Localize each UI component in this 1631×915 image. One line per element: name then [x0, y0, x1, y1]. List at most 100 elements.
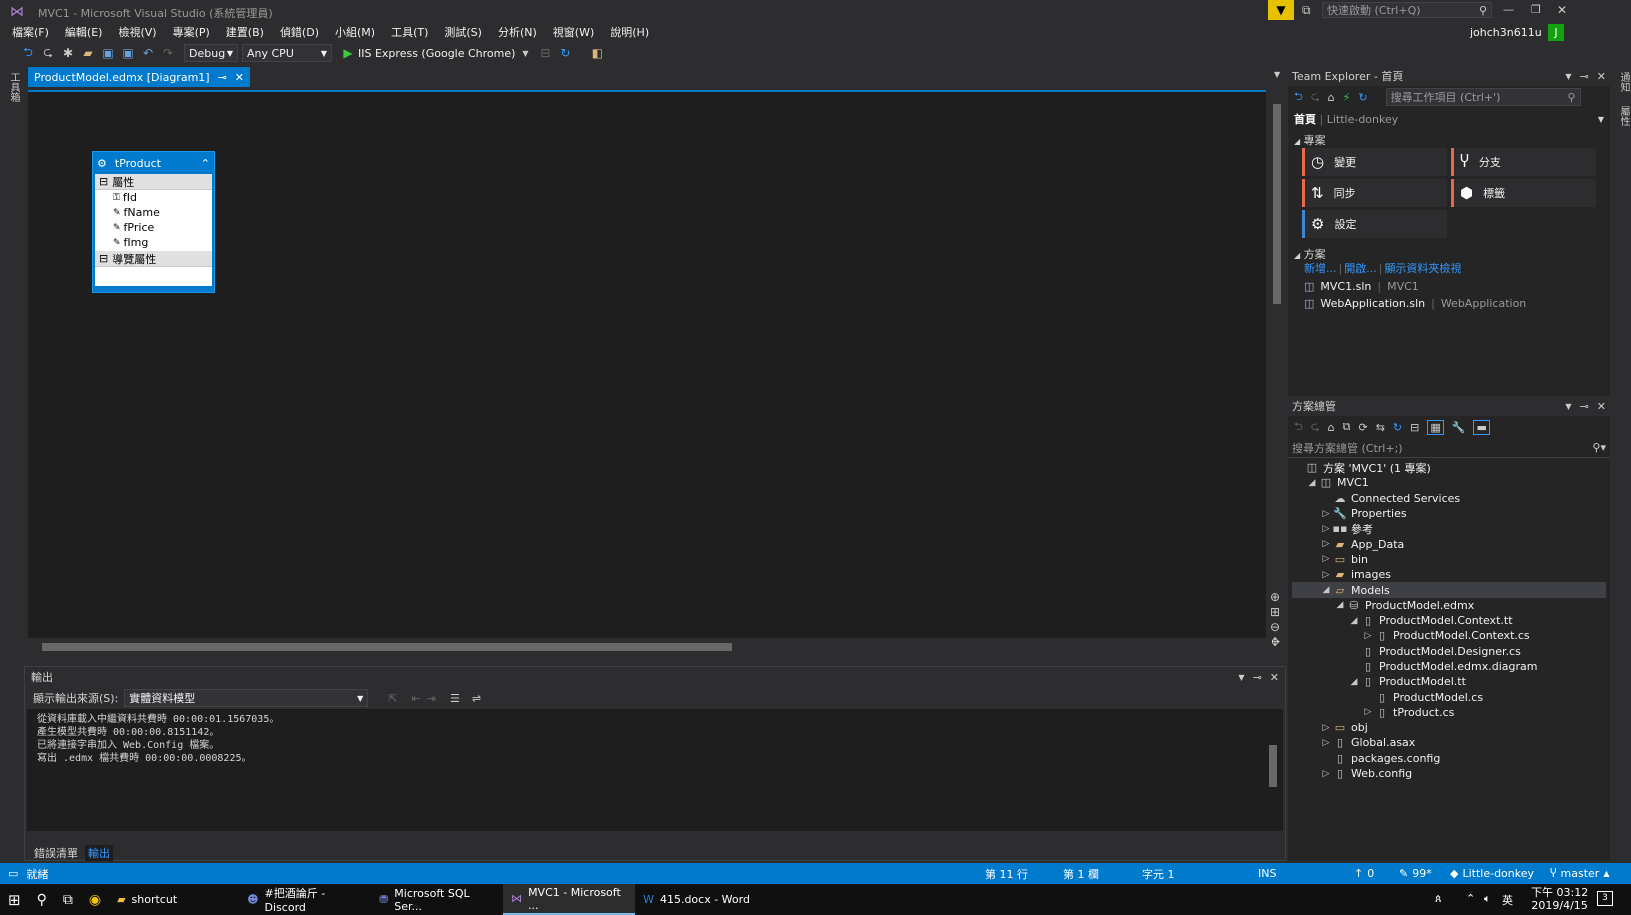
close-icon[interactable]: ✕ [1597, 400, 1606, 413]
menu-item[interactable]: 建置(B) [218, 24, 272, 42]
taskbar-item[interactable]: ☻ #把酒論斤 - Discord [239, 884, 371, 915]
back-icon[interactable]: ⮌ [20, 44, 36, 62]
attach-icon[interactable]: ⊟ [537, 44, 553, 62]
forward-icon[interactable]: ⮎ [1311, 418, 1320, 437]
tab-productmodel-edmx[interactable]: ProductModel.edmx [Diagram1] ⊸ ✕ [28, 67, 251, 87]
expand-icon[interactable]: ▷ [1320, 738, 1332, 748]
entity-property[interactable]: ✎ fPrice [95, 220, 212, 235]
taskbar-item[interactable]: ⋈ MVC1 - Microsoft ... [503, 884, 636, 915]
task-view-icon[interactable]: ⧉ [55, 884, 81, 915]
action-center-icon[interactable]: 3 [1597, 891, 1613, 906]
zoom-fit-icon[interactable]: ⊞ [1270, 605, 1280, 619]
tree-item[interactable]: ▷ ▰ images [1292, 567, 1606, 582]
entity-header[interactable]: ⚙ tProduct ⌃ [93, 152, 214, 174]
taskbar-item[interactable]: ▰ shortcut [109, 884, 239, 915]
scroll-thumb[interactable] [42, 643, 732, 651]
te-solutions-header[interactable]: ◢ 方案 [1294, 246, 1604, 261]
chevron-down-icon[interactable]: ▼ [517, 44, 533, 62]
forward-icon[interactable]: ⮎ [40, 44, 56, 62]
volume-icon[interactable]: 🔈︎ [1484, 892, 1491, 906]
output-hscroll[interactable] [25, 831, 1285, 845]
entity-property[interactable]: ✎ fName [95, 205, 212, 220]
expand-icon[interactable]: ▷ [1320, 554, 1332, 564]
tree-item[interactable]: ▷ ▯ Web.config [1292, 766, 1606, 781]
scroll-thumb[interactable] [1273, 104, 1281, 304]
notifications-tab[interactable]: 通知 [1616, 72, 1631, 92]
tree-item[interactable]: ▯ packages.config [1292, 751, 1606, 766]
menu-item[interactable]: 工具(T) [383, 24, 436, 42]
tree-item[interactable]: ▷ ▭ obj [1292, 720, 1606, 735]
tab-output[interactable]: 輸出 [85, 845, 113, 861]
te-solution-link[interactable]: 開啟... [1344, 262, 1377, 275]
word-wrap-icon[interactable]: ⇌ [472, 692, 481, 705]
dropdown-icon[interactable]: ▼ [1565, 402, 1571, 411]
browser-link-icon[interactable]: ◧ [589, 44, 605, 62]
home-icon[interactable]: ⌂ [1328, 421, 1335, 434]
tab-error-list[interactable]: 錯誤清單 [31, 845, 81, 861]
feedback-icon[interactable]: ⧉ [1302, 3, 1311, 18]
menu-item[interactable]: 檢視(V) [110, 24, 164, 42]
tab-overflow-icon[interactable]: ▼ [1274, 70, 1280, 79]
save-all-icon[interactable]: ▣ [120, 44, 136, 62]
menu-item[interactable]: 分析(N) [490, 24, 545, 42]
entity-property[interactable]: ⚿ fId [95, 190, 212, 205]
dropdown-icon[interactable]: ▼ [1565, 72, 1571, 81]
status-branch[interactable]: Ⴤmaster ▲ [1550, 867, 1609, 880]
tree-item[interactable]: ▯ ProductModel.Designer.cs [1292, 644, 1606, 659]
section-navigation[interactable]: ⊟ 導覽屬性 [95, 251, 212, 267]
te-solution-link[interactable]: 新增... [1304, 262, 1337, 275]
tree-item[interactable]: ◢ ▱ Models [1292, 582, 1606, 598]
pin-icon[interactable]: ⊸ [1580, 400, 1589, 413]
properties-tab[interactable]: 屬性 [1616, 106, 1631, 126]
entity-property[interactable]: ✎ fImg [95, 235, 212, 250]
taskbar-item[interactable]: W 415.docx - Word [635, 884, 767, 915]
connect-icon[interactable]: ⚡ [1343, 91, 1351, 104]
te-solution-link[interactable]: 顯示資料夾檢視 [1384, 262, 1461, 275]
menu-item[interactable]: 專案(P) [165, 24, 218, 42]
new-project-icon[interactable]: ✱ [60, 44, 76, 62]
tree-item[interactable]: ◢ ◫ MVC1 [1292, 475, 1606, 490]
undo-icon[interactable]: ↶ [140, 44, 156, 62]
refresh-icon[interactable]: ↻ [557, 44, 573, 62]
pin-icon[interactable]: ⊸ [1580, 70, 1589, 83]
taskbar-item[interactable]: ⛃ Microsoft SQL Ser... [371, 884, 503, 915]
user-name[interactable]: johch3n611u [1470, 26, 1542, 39]
menu-item[interactable]: 小組(M) [327, 24, 383, 42]
expand-icon[interactable]: ▷ [1320, 509, 1332, 519]
tree-item[interactable]: ▷ 🔧 Properties [1292, 506, 1606, 521]
te-tile-gear[interactable]: ⚙ 設定 [1302, 210, 1447, 238]
expand-icon[interactable]: ▷ [1362, 707, 1374, 717]
menu-item[interactable]: 偵錯(D) [272, 24, 327, 42]
expand-icon[interactable]: ▷ [1362, 631, 1374, 641]
clock[interactable]: 下午 03:12 2019/4/15 [1531, 886, 1588, 912]
status-repo[interactable]: ◆ Little-donkey [1450, 867, 1534, 880]
status-publish[interactable]: ↑ 0 [1354, 867, 1374, 880]
expand-icon[interactable]: ◢ [1334, 600, 1346, 610]
output-scroll-thumb[interactable] [1269, 745, 1277, 787]
expand-icon[interactable]: ◢ [1306, 478, 1318, 488]
menu-item[interactable]: 檔案(F) [4, 24, 57, 42]
solution-search-input[interactable]: 搜尋方案總管 (Ctrl+;) ⚲▾ [1288, 438, 1610, 458]
back-icon[interactable]: ⮌ [1294, 418, 1303, 437]
open-file-icon[interactable]: ▰ [80, 44, 96, 62]
prev-message-icon[interactable]: ⇤ [412, 692, 421, 705]
user-avatar[interactable]: J [1548, 24, 1564, 41]
expand-icon[interactable]: ◢ [1320, 585, 1332, 595]
toolbox-tab[interactable]: 工具箱 [6, 72, 21, 102]
te-tile-tag[interactable]: ⬢ 標籤 [1451, 179, 1596, 207]
expand-icon[interactable]: ◢ [1348, 616, 1360, 626]
menu-item[interactable]: 視窗(W) [545, 24, 602, 42]
close-button[interactable]: ✕ [1557, 3, 1567, 17]
tree-item[interactable]: ▷ ▰ App_Data [1292, 536, 1606, 551]
tray-chevron-icon[interactable]: ⌃ [1466, 892, 1475, 905]
tree-item[interactable]: ▷ ▯ tProduct.cs [1292, 705, 1606, 720]
vertical-scrollbar[interactable]: ⊕ ⊞ ⊖ ✥ [1270, 90, 1284, 649]
save-icon[interactable]: ▣ [100, 44, 116, 62]
restore-button[interactable]: ❐ [1531, 3, 1541, 16]
te-tile-clock[interactable]: ◷ 變更 [1302, 148, 1447, 176]
platform-select[interactable]: Any CPU ▼ [242, 44, 332, 62]
ime-indicator[interactable]: 英 [1502, 892, 1513, 908]
output-source-select[interactable]: 實體資料模型 ▼ [124, 689, 369, 707]
entity-tproduct[interactable]: ⚙ tProduct ⌃ ⊟ 屬性 ⚿ fId ✎ fName ✎ fPrice ✎ fImg ⊟… [92, 151, 215, 293]
switch-view-icon[interactable]: ⧉ [1343, 420, 1351, 434]
